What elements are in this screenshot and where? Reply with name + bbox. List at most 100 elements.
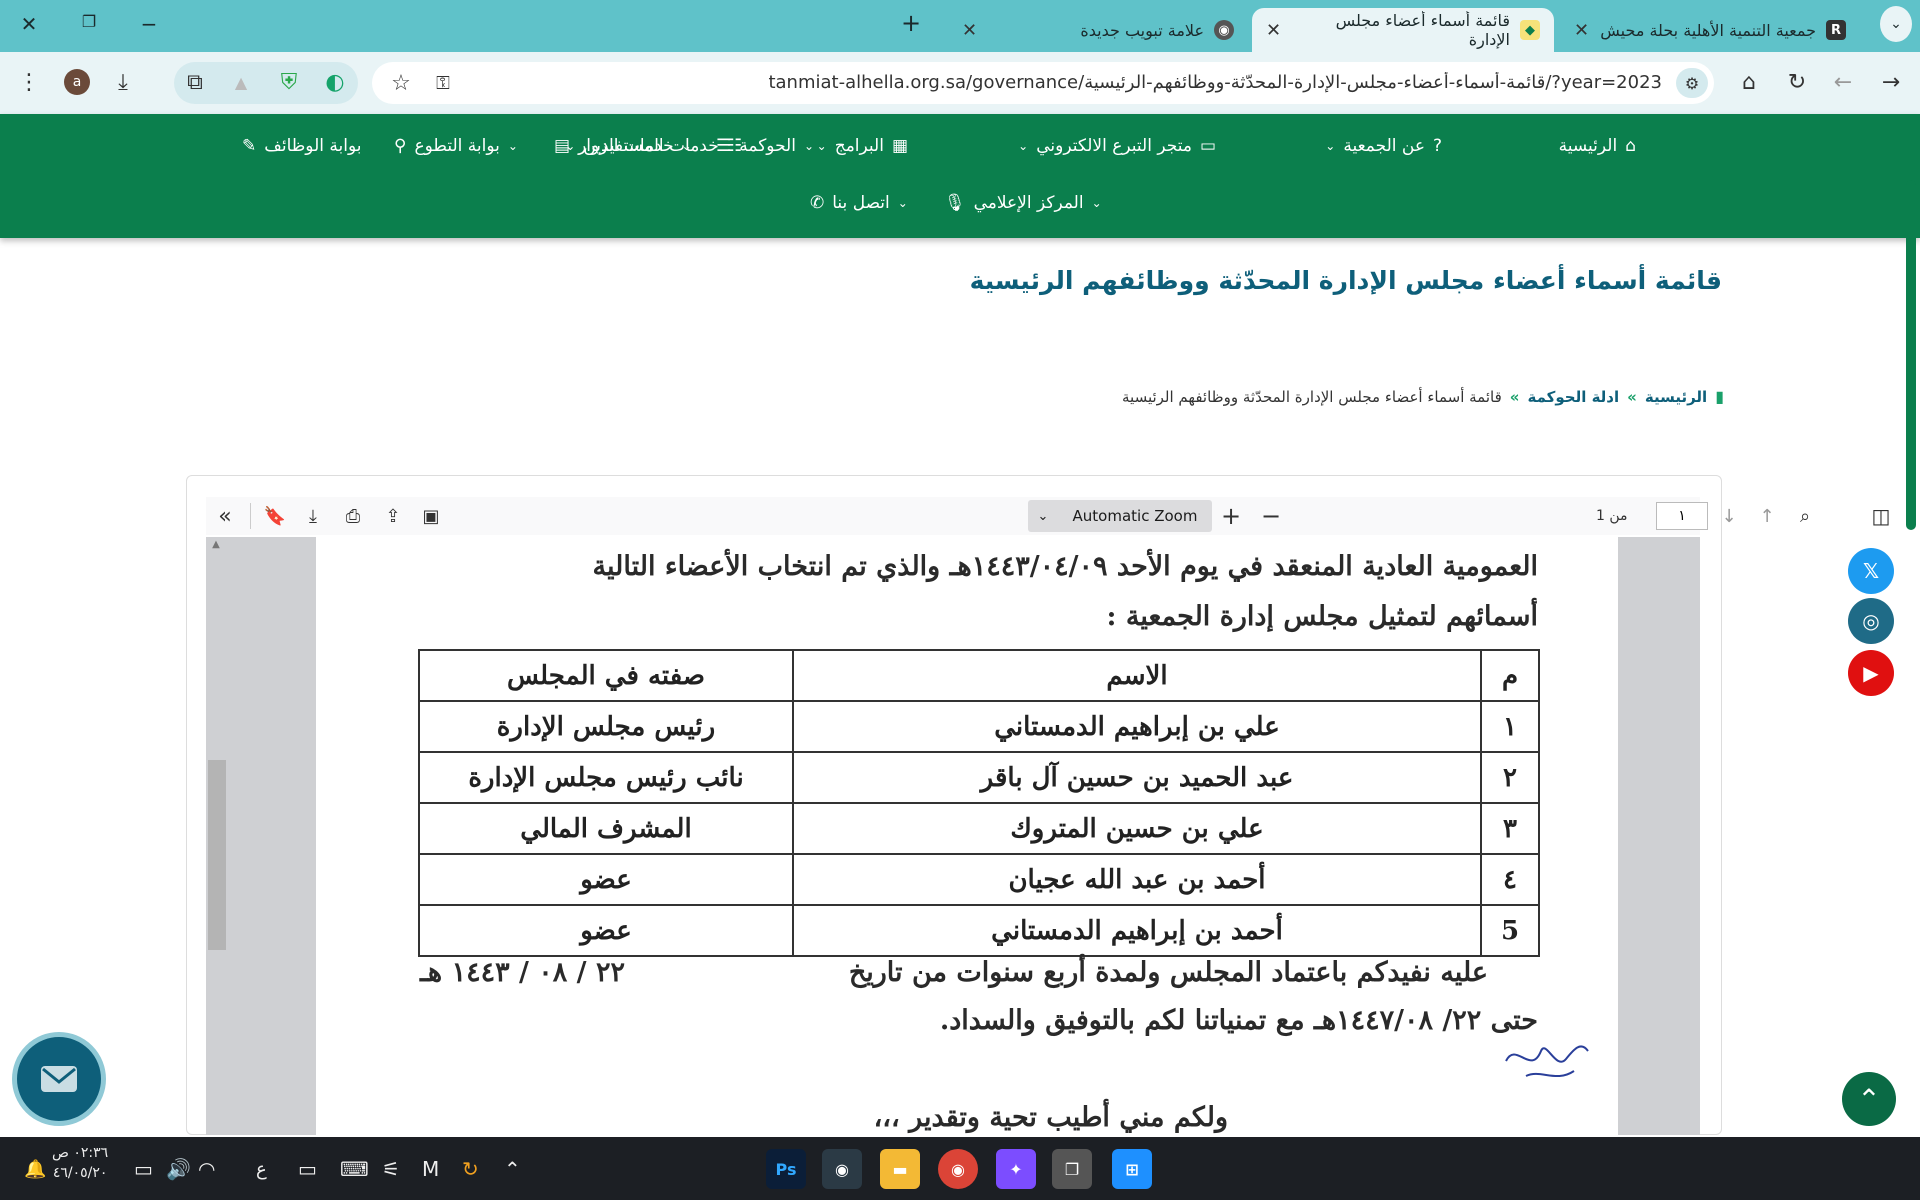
browser-tab-strip: ✕ ❐ − + ◉ علامة تبويب جديدة ✕ ◆ قائمة أس… <box>0 0 1920 52</box>
open-file-icon[interactable]: ⇪ <box>378 501 408 531</box>
zoom-in-button[interactable]: + <box>1216 501 1246 531</box>
restore-window-icon[interactable]: ❐ <box>74 12 104 31</box>
youtube-icon[interactable]: ▶ <box>1848 650 1894 696</box>
breadcrumb-home-link[interactable]: الرئيسية <box>1645 388 1707 406</box>
table-row: ١ علي بن إبراهيم الدمستاني رئيس مجلس الإ… <box>418 700 1540 753</box>
card-icon: ▭ <box>1199 136 1216 156</box>
wifi-icon[interactable]: ◠ <box>198 1151 215 1187</box>
page-number-input[interactable]: ١ <box>1656 502 1708 530</box>
menu-dots-icon[interactable]: ⋮ <box>14 67 44 97</box>
pdf-viewer-container[interactable]: ▲ العمومية العادية المنعقد في يوم الأحد … <box>206 537 1700 1135</box>
nav-volunteer-portal[interactable]: ⌄ بوابة التطوع ⚲ <box>394 136 518 156</box>
shield-icon[interactable]: ⛨ <box>274 67 304 97</box>
close-tab-icon[interactable]: ✕ <box>962 20 977 41</box>
reload-icon[interactable]: ↻ <box>1782 67 1812 97</box>
battery-icon[interactable]: ▭ <box>134 1151 153 1187</box>
nav-contact[interactable]: ⌄ اتصل بنا ✆ <box>810 193 908 213</box>
chevron-down-icon: ⌄ <box>681 139 692 153</box>
site-logo-icon: ◆ <box>1520 20 1540 40</box>
pdf-page: العمومية العادية المنعقد في يوم الأحد ١٤… <box>316 537 1618 1135</box>
scroll-up-arrow-icon[interactable]: ▲ <box>206 539 226 550</box>
new-tab-button[interactable]: + <box>896 9 926 37</box>
tools-menu-icon[interactable]: « <box>210 501 240 531</box>
presentation-mode-icon[interactable]: ▣ <box>416 501 446 531</box>
zoom-select[interactable]: ⌄ Automatic Zoom <box>1028 500 1212 532</box>
start-menu-icon[interactable]: ⊞ <box>1112 1149 1152 1189</box>
grammarly-icon[interactable]: ◐ <box>320 67 350 97</box>
nav-media-center[interactable]: ⌄ المركز الإعلامي 🎙 <box>944 193 1102 213</box>
table-cell: نائب رئيس مجلس الإدارة <box>418 751 794 804</box>
url-text[interactable]: tanmiat-alhella.org.sa/governance/قائمة-… <box>768 72 1662 93</box>
bookmark-star-icon[interactable]: ☆ <box>386 68 416 98</box>
zoom-out-button[interactable]: − <box>1256 501 1286 531</box>
download-icon[interactable]: ⤓ <box>108 67 138 97</box>
bookmark-icon: ▮ <box>1715 387 1724 406</box>
tab-search-icon[interactable]: ⌄ <box>1880 6 1912 42</box>
document-line: العمومية العادية المنعقد في يوم الأحد ١٤… <box>592 551 1538 582</box>
file-explorer-icon[interactable]: ▬ <box>880 1149 920 1189</box>
column-header: الاسم <box>792 649 1482 702</box>
nav-jobs-portal[interactable]: بوابة الوظائف ✎ <box>242 136 361 156</box>
home-icon[interactable]: ⌂ <box>1734 67 1764 97</box>
contact-mail-button[interactable] <box>12 1032 106 1126</box>
minimize-window-icon[interactable]: − <box>134 12 164 36</box>
sidebar-toggle-icon[interactable]: ◫ <box>1866 501 1896 531</box>
tab-association-home[interactable]: R جمعية التنمية الأهلية بحلة محيش ✕ <box>1560 8 1860 52</box>
app-tray-icon[interactable]: Ⅿ <box>422 1151 439 1187</box>
chevron-up-icon[interactable]: ⌃ <box>504 1151 521 1187</box>
close-tab-icon[interactable]: ✕ <box>1266 20 1281 41</box>
download-icon[interactable]: ⤓ <box>298 501 328 531</box>
tab-title: علامة تبويب جديدة <box>1080 20 1204 40</box>
address-bar[interactable]: ☆ ⚿ tanmiat-alhella.org.sa/governance/قا… <box>372 62 1714 104</box>
nav-home[interactable]: ⌂ الرئيسية <box>1559 136 1636 156</box>
copilot-icon[interactable]: ✦ <box>996 1149 1036 1189</box>
extension-triangle-icon[interactable]: ▲ <box>226 67 256 97</box>
nav-about[interactable]: ? عن الجمعية ⌄ <box>1325 136 1442 156</box>
input-language[interactable]: ع <box>256 1151 267 1187</box>
print-icon[interactable]: ⎙ <box>338 501 368 531</box>
notification-bell-icon[interactable]: 🔔 <box>24 1151 46 1187</box>
forward-arrow-icon[interactable]: → <box>1876 67 1906 97</box>
back-arrow-icon[interactable]: ← <box>1828 67 1858 97</box>
task-view-icon[interactable]: ❐ <box>1052 1149 1092 1189</box>
tab-board-members[interactable]: ◆ قائمة أسماء أعضاء مجلس الإدارة ✕ <box>1252 8 1554 52</box>
tablet-icon[interactable]: ▭ <box>298 1151 317 1187</box>
previous-page-icon[interactable]: ↑ <box>1752 501 1782 531</box>
nav-visitor-services[interactable]: ⌄ خدمات الزوار ▤ <box>554 136 692 156</box>
extensions-icon[interactable]: ⧉ <box>180 67 210 97</box>
tab-new-tab[interactable]: ◉ علامة تبويب جديدة ✕ <box>948 8 1248 52</box>
table-cell: علي بن إبراهيم الدمستاني <box>792 700 1482 753</box>
r-logo-icon: R <box>1826 20 1846 40</box>
keyboard-icon[interactable]: ⌨ <box>340 1151 369 1187</box>
photoshop-icon[interactable]: Ps <box>766 1149 806 1189</box>
close-window-icon[interactable]: ✕ <box>14 12 44 36</box>
nav-governance[interactable]: ⌄ الحوكمة ☰ <box>716 136 814 156</box>
next-page-icon[interactable]: ↓ <box>1714 501 1744 531</box>
password-key-icon[interactable]: ⚿ <box>428 68 458 98</box>
breadcrumb-governance-link[interactable]: ادلة الحوكمة <box>1527 388 1619 406</box>
bookmark-icon[interactable]: 🔖 <box>260 501 290 531</box>
chrome-profile-icon[interactable]: ◉ <box>822 1149 862 1189</box>
document-line: عليه نفيدكم باعتماد المجلس ولمدة أربع سن… <box>848 957 1488 988</box>
chevron-down-icon: ⌄ <box>1037 508 1049 524</box>
back-to-top-button[interactable]: ⌃ <box>1842 1072 1896 1126</box>
settings-sliders-icon[interactable]: ⚟ <box>382 1151 400 1187</box>
breadcrumb-separator: » <box>1509 387 1520 406</box>
pdf-scrollbar-thumb[interactable] <box>208 760 226 950</box>
breadcrumb-current: قائمة أسماء أعضاء مجلس الإدارة المحدّثة … <box>1122 387 1502 406</box>
site-settings-icon[interactable]: ⚙ <box>1676 68 1708 98</box>
nav-programs[interactable]: ▦ البرامج ⌄ <box>817 136 908 156</box>
page-scrollbar[interactable] <box>1906 180 1916 530</box>
sync-icon[interactable]: ↻ <box>462 1151 479 1187</box>
clock[interactable]: ٠٢:٣٦ ص ٤٦/٠٥/٢٠ <box>52 1145 108 1181</box>
volume-icon[interactable]: 🔊 <box>166 1151 191 1187</box>
chrome-icon[interactable]: ◉ <box>938 1149 978 1189</box>
chevron-down-icon: ⌄ <box>897 196 908 210</box>
x-icon[interactable]: 𝕏 <box>1848 548 1894 594</box>
find-search-icon[interactable]: ⌕ <box>1790 501 1820 531</box>
avatar[interactable]: a <box>62 67 92 97</box>
instagram-icon[interactable]: ◎ <box>1848 598 1894 644</box>
nav-donation-store[interactable]: ▭ متجر التبرع الالكتروني ⌄ <box>1018 136 1216 156</box>
table-cell: ٤ <box>1480 853 1540 906</box>
close-tab-icon[interactable]: ✕ <box>1574 20 1589 41</box>
